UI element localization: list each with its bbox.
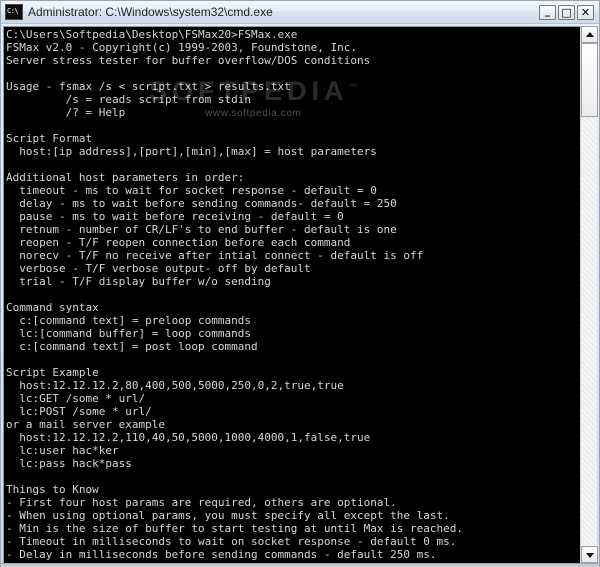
maximize-button[interactable] xyxy=(558,4,575,20)
cmd-console-icon-glyph: C:\ xyxy=(7,7,19,15)
console-line: - By default, CR/LF are included. AddRet… xyxy=(6,561,580,563)
minimize-button[interactable] xyxy=(539,4,556,20)
console-line: c:[command text] = post loop command xyxy=(6,340,258,353)
console-line: Script Example xyxy=(6,366,99,379)
command-prompt-window: C:\ Administrator: C:\Windows\system32\c… xyxy=(0,0,600,567)
console-line: host:[ip address],[port],[min],[max] = h… xyxy=(6,145,377,158)
console-line: timeout - ms to wait for socket response… xyxy=(6,184,377,197)
window-title: Administrator: C:\Windows\system32\cmd.e… xyxy=(28,5,273,19)
cmd-console-icon: C:\ xyxy=(5,4,23,20)
scroll-up-arrow-icon[interactable] xyxy=(581,26,598,43)
scroll-down-arrow-icon[interactable] xyxy=(581,546,598,563)
console-line: Command syntax xyxy=(6,301,99,314)
console-line: Server stress tester for buffer overflow… xyxy=(6,54,371,67)
window-client-area: SOFTPEDIA™ www.softpedia.com C:\Users\So… xyxy=(1,24,599,563)
console-line: - When using optional params, you must s… xyxy=(6,509,450,522)
console-line: c:[command text] = preloop commands xyxy=(6,314,252,327)
console-line: Script Format xyxy=(6,132,93,145)
console-line: host:12.12.12.2,80,400,500,5000,250,0,2,… xyxy=(6,379,344,392)
console-line: - Delay in milliseconds before sending c… xyxy=(6,548,437,561)
console-line: FSMax v2.0 - Copyright(c) 1999-2003, Fou… xyxy=(6,41,357,54)
console-line: lc:pass hack*pass xyxy=(6,457,132,470)
console-line: - First four host params are required, o… xyxy=(6,496,397,509)
console-line: lc:POST /some * url/ xyxy=(6,405,152,418)
console-line: lc:[command buffer] = loop commands xyxy=(6,327,252,340)
console-surface[interactable]: SOFTPEDIA™ www.softpedia.com C:\Users\So… xyxy=(3,26,580,563)
console-line: verbose - T/F verbose output- off by def… xyxy=(6,262,311,275)
console-line: /? = Help xyxy=(6,106,126,119)
console-line: delay - ms to wait before sending comman… xyxy=(6,197,397,210)
console-line: retnum - number of CR/LF's to end buffer… xyxy=(6,223,397,236)
scrollbar-thumb[interactable] xyxy=(581,43,598,117)
console-line: or a mail server example xyxy=(6,418,165,431)
console-line: reopen - T/F reopen connection before ea… xyxy=(6,236,351,249)
window-bottom-edge xyxy=(1,563,599,567)
console-line: trial - T/F display buffer w/o sending xyxy=(6,275,271,288)
window-titlebar[interactable]: C:\ Administrator: C:\Windows\system32\c… xyxy=(1,1,599,24)
console-line: host:12.12.12.2,110,40,50,5000,1000,4000… xyxy=(6,431,371,444)
console-text-output: C:\Users\Softpedia\Desktop\FSMax20>FSMax… xyxy=(6,28,580,563)
console-line: lc:GET /some * url/ xyxy=(6,392,146,405)
scrollbar-track[interactable] xyxy=(581,43,598,546)
console-line: - Timeout in milliseconds to wait on soc… xyxy=(6,535,457,548)
console-line: Things to Know xyxy=(6,483,99,496)
console-line: pause - ms to wait before receiving - de… xyxy=(6,210,344,223)
console-line: /s = reads script from stdin xyxy=(6,93,252,106)
vertical-scrollbar[interactable] xyxy=(580,26,598,563)
console-line: norecv - T/F no receive after intial con… xyxy=(6,249,424,262)
console-line: - Min is the size of buffer to start tes… xyxy=(6,522,463,535)
window-controls xyxy=(539,4,594,20)
console-line: lc:user hac*ker xyxy=(6,444,119,457)
console-line: Additional host parameters in order: xyxy=(6,171,245,184)
close-button[interactable] xyxy=(577,4,594,20)
console-line: C:\Users\Softpedia\Desktop\FSMax20>FSMax… xyxy=(6,28,298,41)
console-line: Usage - fsmax /s < script.txt > results.… xyxy=(6,80,291,93)
